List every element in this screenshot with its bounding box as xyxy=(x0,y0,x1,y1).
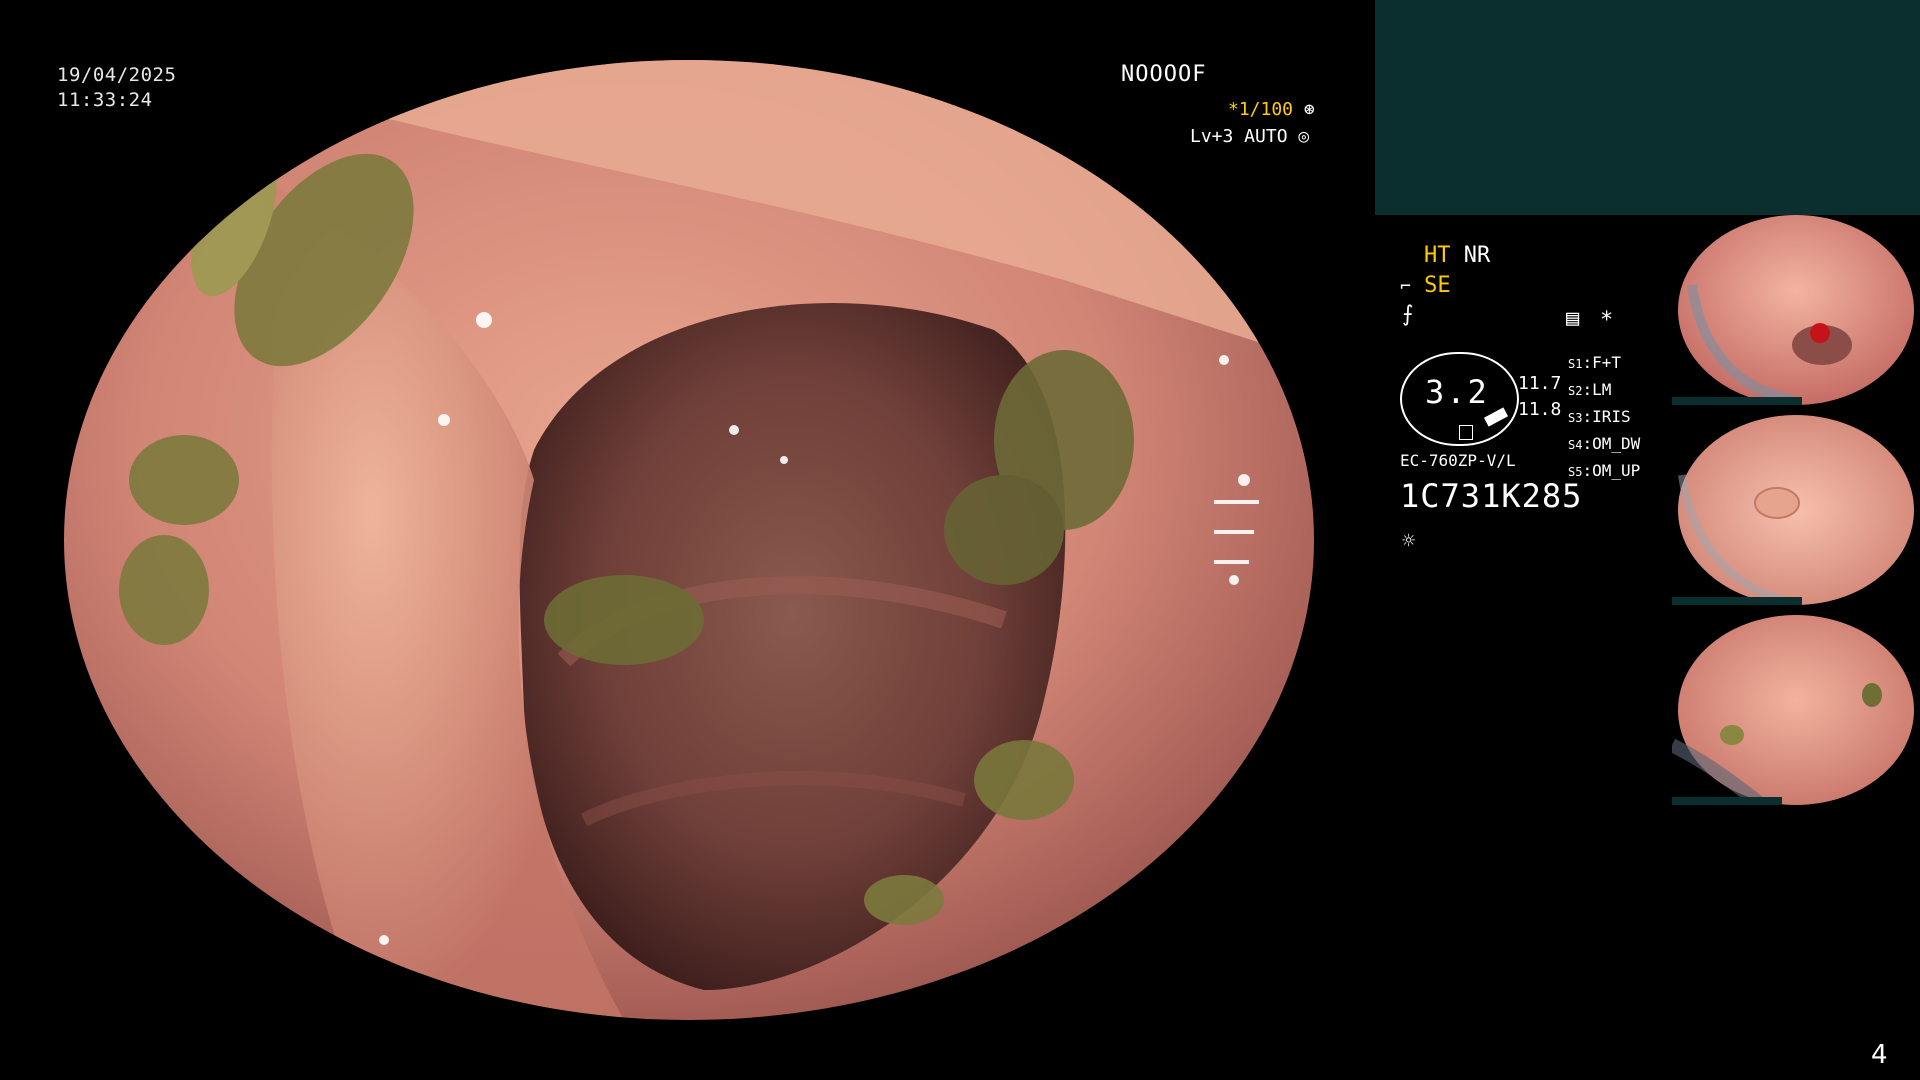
setting-row: S4:OM_DW xyxy=(1568,434,1641,453)
shutter-label: *1/100 xyxy=(1228,99,1294,120)
endoscope-main-view xyxy=(64,60,1314,1020)
value-top: 11.7 xyxy=(1518,373,1562,394)
auto-iris-icon: ◎ xyxy=(1298,126,1310,147)
gauge-value: 3.2 xyxy=(1425,373,1489,411)
asterisk-label: * xyxy=(1600,308,1614,333)
memo-icon: ▤ xyxy=(1566,306,1580,331)
thumbnail-3[interactable] xyxy=(1672,615,1920,805)
setting-row: S2:LM xyxy=(1568,380,1612,399)
thumbnail-2[interactable] xyxy=(1672,415,1920,605)
value-bottom: 11.8 xyxy=(1518,399,1562,420)
shutter-row: *1/100 ⊛ xyxy=(1228,99,1315,120)
serial-label: 1C731K285 xyxy=(1400,477,1583,515)
ht-label: HT xyxy=(1424,243,1451,268)
scope-model-label: EC-760ZP-V/L xyxy=(1400,451,1516,470)
page-number: 4 xyxy=(1871,1040,1888,1070)
setting-row: S3:IRIS xyxy=(1568,407,1631,426)
info-panel xyxy=(1375,0,1920,215)
scope-icon: ⌐ xyxy=(1400,276,1411,297)
setting-row: S1:F+T xyxy=(1568,353,1621,372)
level-label: Lv+3 AUTO xyxy=(1190,126,1288,147)
thumbnail-image xyxy=(1678,215,1914,405)
freeze-icon: ⨍ xyxy=(1402,302,1414,327)
se-row: ⌐ SE xyxy=(1400,273,1451,298)
settings-list: S1:F+T S2:LM S3:IRIS S4:OM_DW S5:OM_UP xyxy=(1568,350,1640,485)
shutter-icon: ⊛ xyxy=(1303,99,1315,120)
thumbnail-bar xyxy=(1672,797,1782,805)
level-row: Lv+3 AUTO ◎ xyxy=(1190,126,1309,147)
thumbnail-1[interactable] xyxy=(1672,215,1920,405)
thumbnail-bar xyxy=(1672,397,1802,405)
date-label: 19/04/2025 xyxy=(57,64,177,86)
gauge-marker xyxy=(1459,425,1473,440)
time-label: 11:33:24 xyxy=(57,89,153,111)
light-icon: ☼ xyxy=(1402,529,1416,554)
colon-lumen-image xyxy=(64,60,1314,1020)
thumbnail-bar xyxy=(1672,597,1802,605)
thumbnail-image xyxy=(1672,615,1914,805)
nr-label: NR xyxy=(1463,243,1491,268)
ht-nr-row: HT NR xyxy=(1424,243,1490,268)
thumbnail-image xyxy=(1678,415,1914,605)
patient-id-label: NOOOOF xyxy=(1121,62,1207,87)
se-label: SE xyxy=(1424,273,1451,298)
